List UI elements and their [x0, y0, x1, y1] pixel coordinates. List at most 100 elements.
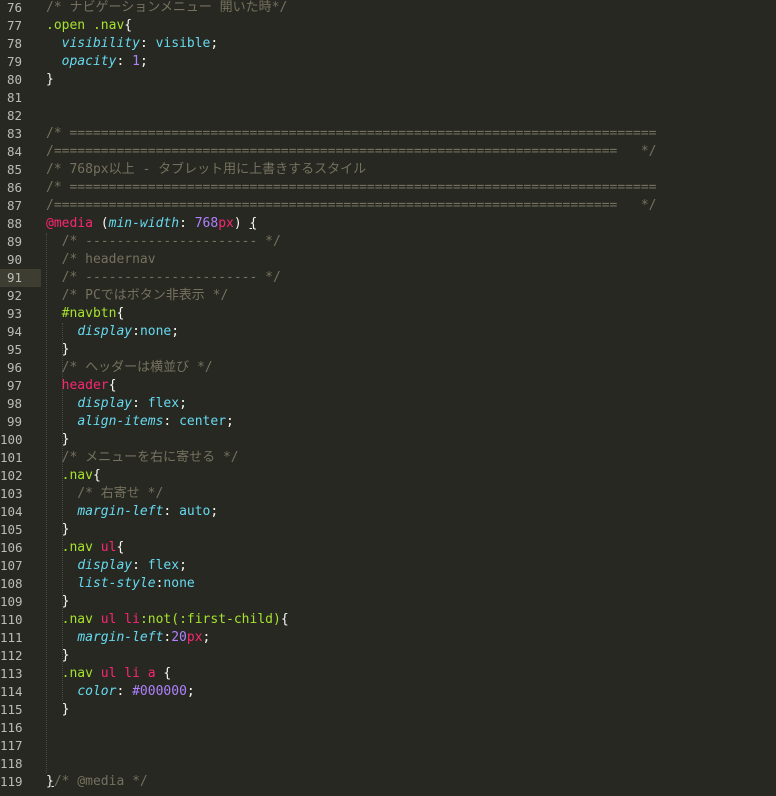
code-line[interactable]: 80}	[0, 71, 776, 89]
code-line[interactable]: 78 visibility: visible;	[0, 35, 776, 53]
code-line[interactable]: 108 list-style:none	[0, 575, 776, 593]
line-number: 108	[0, 576, 23, 591]
code-token: /* headernav	[46, 252, 156, 267]
code-line[interactable]: 111 margin-left:20px;	[0, 629, 776, 647]
line-number: 117	[0, 738, 23, 753]
code-line[interactable]: 114 color: #000000;	[0, 683, 776, 701]
code-line[interactable]: 105 }	[0, 521, 776, 539]
code-token: ;	[210, 504, 219, 519]
code-token: ;	[226, 414, 234, 429]
code-token: {	[155, 666, 172, 681]
code-line[interactable]: 83 /* ===================================…	[0, 125, 776, 143]
code-text: header{	[46, 377, 117, 395]
code-token: flex	[147, 558, 180, 573]
code-line[interactable]: 109 }	[0, 593, 776, 611]
code-line[interactable]: 112 }	[0, 647, 776, 665]
code-token: :not(:first-child)	[139, 612, 281, 627]
code-line[interactable]: 115 }	[0, 701, 776, 719]
code-line[interactable]: 101 /* メニューを右に寄せる */	[0, 449, 776, 467]
code-line[interactable]: 84 /=====================================…	[0, 143, 776, 161]
code-token: /* @media */	[53, 774, 148, 789]
code-line[interactable]: 97 header{	[0, 377, 776, 395]
code-token: .open .nav	[46, 18, 125, 33]
code-line[interactable]: 104 margin-left: auto;	[0, 503, 776, 521]
code-line[interactable]: 95 }	[0, 341, 776, 359]
line-number: 90	[6, 252, 22, 267]
code-text: margin-left:20px;	[46, 629, 210, 647]
code-line[interactable]: 117	[0, 737, 776, 755]
code-line[interactable]: 106 .nav ul{	[0, 539, 776, 557]
code-line[interactable]: 94 display:none;	[0, 323, 776, 341]
code-line[interactable]: 116	[0, 719, 776, 737]
code-token: (	[92, 216, 109, 231]
code-line[interactable]: 102 .nav{	[0, 467, 776, 485]
code-line[interactable]: 96 /* ヘッダーは横並び */	[0, 359, 776, 377]
code-token: }	[46, 648, 70, 663]
code-token: :	[179, 216, 195, 231]
code-token: ;	[186, 684, 195, 699]
line-number: 100	[0, 432, 23, 447]
code-line[interactable]: 103 /* 右寄せ */	[0, 485, 776, 503]
code-line[interactable]: 90 /* headernav	[0, 251, 776, 269]
code-line[interactable]: 76 /* ナビゲーションメニュー 開いた時*/	[0, 0, 776, 17]
code-token: px	[186, 630, 203, 645]
code-line[interactable]: 118	[0, 755, 776, 773]
code-token: margin-left	[77, 504, 164, 519]
code-text: .nav{	[46, 467, 101, 485]
code-token: center	[179, 414, 227, 429]
line-number: 77	[6, 18, 22, 33]
code-editor[interactable]: 76/* ナビゲーションメニュー 開いた時*/77 .open .nav {78 v…	[0, 0, 776, 796]
code-token: /* PCではボタン非表示 */	[46, 288, 229, 303]
code-line[interactable]: 119}/* @media */	[0, 773, 776, 791]
code-line[interactable]: 99 align-items: center;	[0, 413, 776, 431]
code-line[interactable]: 113 .nav ul li a {	[0, 665, 776, 683]
code-token: header	[61, 378, 109, 393]
code-line[interactable]: 85 /* 768px以上 - タブレット用に上書きするスタイル	[0, 161, 776, 179]
code-token: opacity	[61, 54, 117, 69]
code-text: .nav ul{	[46, 539, 125, 557]
code-text: }	[46, 647, 70, 665]
code-line[interactable]: 91 /* ---------------------- */	[0, 269, 776, 287]
code-token: #000000	[132, 684, 187, 699]
code-line[interactable]: 81	[0, 89, 776, 107]
line-number: 103	[0, 486, 23, 501]
line-number: 93	[6, 306, 22, 321]
code-token: px	[218, 216, 234, 231]
code-text: /* ナビゲーションメニュー 開いた時*/	[46, 0, 287, 17]
code-text: /* ヘッダーは横並び */	[46, 359, 213, 377]
code-text: }	[46, 71, 54, 89]
line-number: 87	[6, 198, 22, 213]
code-line[interactable]: 88 @media (min-width: 768px) {	[0, 215, 776, 233]
code-token: color	[77, 684, 117, 699]
code-token: /* ナビゲーションメニュー 開いた時*/	[46, 0, 288, 15]
code-line[interactable]: 92 /* PCではボタン非表示 */	[0, 287, 776, 305]
code-line[interactable]: 86 /* ===================================…	[0, 179, 776, 197]
code-line[interactable]: 100 }	[0, 431, 776, 449]
code-line[interactable]: 87 /=====================================…	[0, 197, 776, 215]
code-token: :	[132, 396, 148, 411]
code-line[interactable]: 98 display: flex;	[0, 395, 776, 413]
code-line[interactable]: 77 .open .nav{	[0, 17, 776, 35]
code-token: display	[77, 396, 133, 411]
code-line[interactable]: 79 opacity: 1;	[0, 53, 776, 71]
code-text: /* headernav	[46, 251, 156, 269]
code-line[interactable]: 93 #navbtn{	[0, 305, 776, 323]
code-line[interactable]: 110 .nav ul li:not(:first-child){	[0, 611, 776, 629]
code-token: margin-left	[77, 630, 164, 645]
code-line[interactable]: 82	[0, 107, 776, 125]
code-token: none	[139, 324, 172, 339]
line-number: 81	[6, 90, 22, 105]
code-line[interactable]: 107 display: flex;	[0, 557, 776, 575]
line-number: 99	[6, 414, 22, 429]
code-line[interactable]: 89 /* ---------------------- */	[0, 233, 776, 251]
code-token: }	[46, 522, 70, 537]
code-token: ;	[210, 36, 219, 51]
line-number: 104	[0, 504, 23, 519]
